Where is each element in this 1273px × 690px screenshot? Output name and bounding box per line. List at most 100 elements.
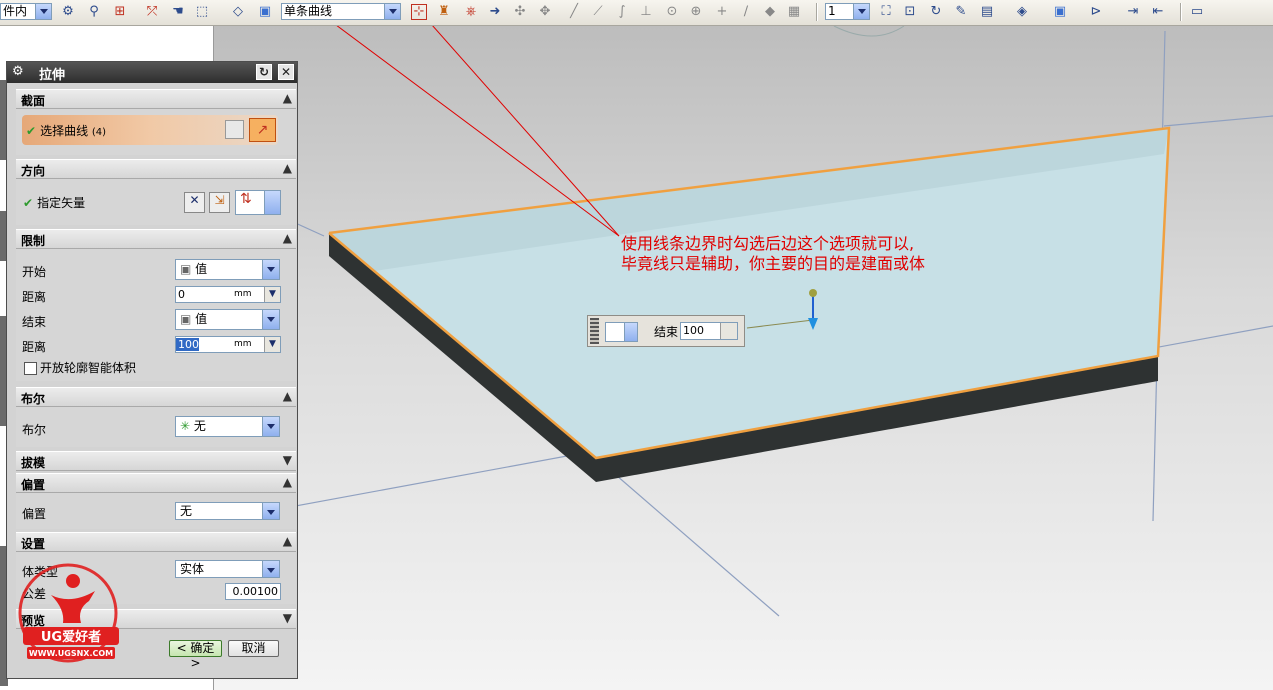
onscreen-end-value[interactable]: 100: [680, 322, 738, 340]
import-icon[interactable]: ⇤: [1150, 4, 1166, 20]
toolbar-separator: [1180, 3, 1182, 21]
value-type-icon[interactable]: [605, 322, 625, 342]
annotation-line-1: 使用线条边界时勾选后边这个选项就可以,: [621, 234, 915, 253]
selection-filter-value: 件内: [3, 4, 28, 18]
grid-icon[interactable]: ▦: [786, 4, 802, 20]
move-icon[interactable]: ✣: [512, 4, 528, 20]
orient-view-icon[interactable]: ▣: [1052, 4, 1068, 20]
dialog-title: 拉伸: [39, 68, 66, 83]
ruler-icon[interactable]: ▭: [1189, 4, 1205, 20]
section-header-boolean[interactable]: 布尔 ▲: [16, 387, 296, 407]
chevron-down-icon[interactable]: [853, 4, 869, 19]
chevron-up-icon[interactable]: ▲: [283, 91, 292, 105]
chevron-up-icon[interactable]: ▲: [283, 231, 292, 245]
chevron-down-icon[interactable]: [624, 322, 638, 342]
rotate-icon[interactable]: ✥: [537, 4, 553, 20]
pencil-icon[interactable]: ✎: [953, 4, 969, 20]
fit-view-icon[interactable]: ⛶: [878, 4, 894, 20]
layer-combo[interactable]: 1: [825, 3, 870, 20]
section-header-section[interactable]: 截面 ▲: [16, 89, 296, 109]
gear-icon[interactable]: ⚙: [12, 65, 26, 79]
eraser-icon[interactable]: ◇: [230, 4, 246, 20]
select-curve-label: ✔ 选择曲线 (4): [26, 124, 107, 138]
polyline-icon[interactable]: ⟋: [590, 4, 606, 20]
face-icon[interactable]: ◆: [762, 4, 778, 20]
arrow-down-icon[interactable]: [720, 323, 737, 339]
reverse-direction-button[interactable]: ✕: [184, 192, 205, 213]
settings-title: 设置: [21, 537, 46, 551]
zoom-icon[interactable]: ⊡: [902, 4, 918, 20]
end-distance-input[interactable]: 100 mm ▼: [175, 336, 281, 353]
chevron-down-icon[interactable]: [264, 191, 280, 214]
curve-icon[interactable]: ↗: [249, 118, 276, 142]
close-button[interactable]: ✕: [278, 64, 294, 80]
tolerance-input[interactable]: 0.00100: [225, 583, 281, 600]
section-header-draft[interactable]: 拔模 ▼: [16, 451, 296, 471]
chevron-down-icon[interactable]: [262, 310, 279, 329]
chevron-down-icon[interactable]: [35, 4, 51, 19]
hand-icon[interactable]: ☚: [170, 4, 186, 20]
chevron-down-icon[interactable]: [262, 260, 279, 279]
export-icon[interactable]: ⇥: [1125, 4, 1141, 20]
end-option-combo[interactable]: ▣ 值: [175, 309, 280, 330]
refresh-icon[interactable]: ↻: [928, 4, 944, 20]
cube-icon[interactable]: ▣: [257, 4, 273, 20]
ok-button[interactable]: < 确定 >: [169, 640, 222, 670]
vector-type-combo[interactable]: ⇅: [235, 190, 281, 215]
dialog-titlebar[interactable]: ⚙ 拉伸 ↻ ✕: [7, 62, 297, 83]
selection-filter-combo[interactable]: 件内: [0, 3, 52, 20]
start-distance-input[interactable]: 0 mm ▼: [175, 286, 281, 303]
annotation-text: 使用线条边界时勾选后边这个选项就可以, 毕竟线只是辅助，你主要的目的是建面或体: [621, 234, 925, 274]
axis-icon[interactable]: ⊥: [638, 4, 654, 20]
chevron-down-icon[interactable]: ▼: [283, 611, 292, 625]
open-profile-checkbox[interactable]: [24, 362, 37, 375]
arrow-right-icon[interactable]: ➜: [487, 4, 503, 20]
curve-rule-combo[interactable]: 单条曲线: [281, 3, 401, 20]
chevron-down-icon[interactable]: ▼: [283, 453, 292, 467]
arrow-down-icon[interactable]: ▼: [264, 337, 280, 352]
follow-fillet-icon[interactable]: ♜: [436, 4, 452, 20]
circle-icon[interactable]: ⊕: [688, 4, 704, 20]
open-profile-row[interactable]: 开放轮廓智能体积: [24, 359, 136, 376]
start-option-combo[interactable]: ▣ 值: [175, 259, 280, 280]
chevron-down-icon[interactable]: [262, 503, 279, 519]
sketch-section-button[interactable]: [225, 120, 244, 139]
plus-icon[interactable]: +: [714, 4, 730, 20]
filter-icon[interactable]: ⚲: [86, 4, 102, 20]
stop-at-intersection-icon[interactable]: ⊹: [411, 4, 427, 20]
chain-icon[interactable]: ⎈: [463, 4, 479, 20]
reset-button[interactable]: ↻: [256, 64, 272, 80]
select-icon[interactable]: ⤱: [144, 4, 160, 20]
body-type-value: 实体: [180, 562, 205, 576]
chevron-up-icon[interactable]: ▲: [283, 475, 292, 489]
chevron-down-icon[interactable]: [262, 417, 279, 436]
diagonal-line-icon[interactable]: ∕: [738, 4, 754, 20]
snap-point-icon[interactable]: ⊞: [112, 4, 128, 20]
rectangle-select-icon[interactable]: ⬚: [194, 4, 210, 20]
body-type-combo[interactable]: 实体: [175, 560, 280, 578]
drag-grip[interactable]: [590, 318, 599, 344]
line-icon[interactable]: ╱: [566, 4, 582, 20]
section-header-limits[interactable]: 限制 ▲: [16, 229, 296, 249]
chevron-down-icon[interactable]: [262, 561, 279, 577]
render-style-icon[interactable]: ◈: [1014, 4, 1030, 20]
section-header-offset[interactable]: 偏置 ▲: [16, 473, 296, 493]
boolean-combo[interactable]: ✳ 无: [175, 416, 280, 437]
arrow-down-icon[interactable]: ▼: [264, 287, 280, 302]
layout-icon[interactable]: ▤: [979, 4, 995, 20]
gears-icon[interactable]: ⚙: [60, 4, 76, 20]
section-header-direction[interactable]: 方向 ▲: [16, 159, 296, 179]
chevron-up-icon[interactable]: ▲: [283, 534, 292, 548]
chevron-up-icon[interactable]: ▲: [283, 389, 292, 403]
chevron-up-icon[interactable]: ▲: [283, 161, 292, 175]
offset-combo[interactable]: 无: [175, 502, 280, 520]
vector-constructor-button[interactable]: ⇲: [209, 192, 230, 213]
section-view-icon[interactable]: ⊳: [1088, 4, 1104, 20]
graphics-viewport[interactable]: [214, 26, 1273, 690]
curve-icon[interactable]: ∫: [614, 4, 630, 20]
chevron-down-icon[interactable]: [384, 4, 400, 19]
circle-center-icon[interactable]: ⊙: [664, 4, 680, 20]
select-curve-row[interactable]: ✔ 选择曲线 (4) ↗: [22, 115, 278, 145]
cancel-button[interactable]: 取消: [228, 640, 279, 657]
section-header-settings[interactable]: 设置 ▲: [16, 532, 296, 552]
